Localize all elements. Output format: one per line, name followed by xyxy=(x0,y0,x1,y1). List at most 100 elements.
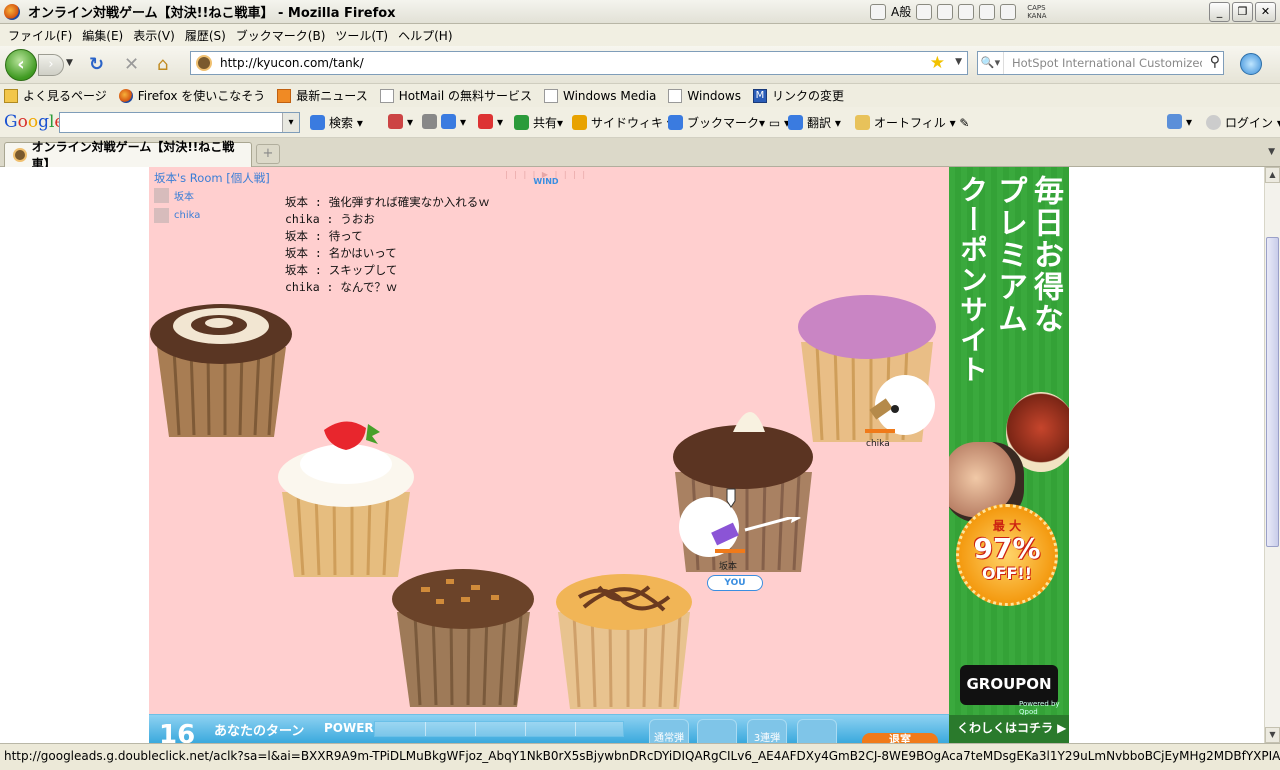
tab-list-icon[interactable]: ▼ xyxy=(1268,147,1275,157)
weapon-triple-button[interactable]: 3連弾 xyxy=(747,719,787,743)
bookmark-item[interactable]: 最新ニュース xyxy=(277,87,368,104)
share-button[interactable]: 共有 ▾ xyxy=(514,114,563,131)
autofill-icon xyxy=(855,115,870,130)
window-title: オンライン対戦ゲーム【対決!!ねこ戦車】 - Mozilla Firefox xyxy=(28,6,396,21)
bookmark-label: Windows xyxy=(687,88,741,103)
tab-active[interactable]: オンライン対戦ゲーム【対決!!ねこ戦車】 xyxy=(4,140,252,171)
back-button[interactable]: ‹ xyxy=(5,49,37,81)
minimize-button[interactable]: _ xyxy=(1209,2,1230,22)
popup-icon xyxy=(388,114,403,129)
forward-button[interactable]: › xyxy=(38,54,64,76)
site-favicon xyxy=(196,55,212,71)
google-logo[interactable]: Google xyxy=(4,112,64,132)
vertical-scrollbar[interactable]: ▲ ▼ xyxy=(1264,167,1280,743)
exit-room-button[interactable]: 退室 xyxy=(862,733,938,743)
new-tab-button[interactable]: + xyxy=(256,144,280,164)
bookmark-item[interactable]: Windows xyxy=(668,88,741,103)
bookmark-item[interactable]: M リンクの変更 xyxy=(752,87,844,104)
ad-discount-badge: 最 大 97% OFF!! xyxy=(956,504,1058,606)
ime-mode[interactable]: A般 xyxy=(891,3,911,20)
gmail-icon xyxy=(478,114,493,129)
dictionary-icon[interactable] xyxy=(916,3,933,20)
turn-status: あなたのターン xyxy=(214,724,305,739)
reload-icon[interactable]: ↻ xyxy=(89,56,104,74)
power-label: POWER xyxy=(324,721,374,735)
popup-blocker-button[interactable]: ▾ xyxy=(388,114,413,129)
search-engine-icon[interactable]: 🔍▾ xyxy=(978,52,1004,74)
window-controls: _ ❐ ✕ xyxy=(1209,2,1276,22)
address-bar[interactable]: http://kyucon.com/tank/ ★ ▼ xyxy=(190,51,968,75)
rss-icon xyxy=(277,88,292,103)
help-icon[interactable] xyxy=(1000,3,1017,20)
firefox-icon xyxy=(118,88,133,103)
bookmark-button[interactable]: ブックマーク ▾ ▭ ▾ xyxy=(668,114,790,131)
autofill-button[interactable]: オートフィル ▾ ✎ xyxy=(855,114,969,131)
game-area[interactable]: 坂本's Room [個人戦] 坂本 chika | | | | ▶ | | |… xyxy=(149,167,949,743)
tab-favicon xyxy=(13,148,27,162)
close-button[interactable]: ✕ xyxy=(1255,2,1276,22)
sidewiki-button[interactable]: サイドウィキ ▾ xyxy=(572,114,673,131)
login-button[interactable]: ログイン ▾ xyxy=(1206,114,1280,131)
search-input[interactable]: HotSpot International Customized We xyxy=(1012,56,1202,70)
scroll-thumb[interactable] xyxy=(1266,237,1279,547)
bookmark-item[interactable]: HotMail の無料サービス xyxy=(379,87,532,104)
ad-powered-by: Powered by Qpod xyxy=(1019,700,1060,716)
url-text[interactable]: http://kyucon.com/tank/ xyxy=(220,56,364,70)
google-search-button[interactable]: 検索 ▾ xyxy=(310,114,363,131)
menu-view[interactable]: 表示(V) xyxy=(131,27,183,44)
search-bar[interactable]: 🔍▾ HotSpot International Customized We ⚲ xyxy=(977,51,1224,75)
weapon-slot-2[interactable] xyxy=(697,719,737,743)
menu-bar: ファイル(F) 編集(E) 表示(V) 履歴(S) ブックマーク(B) ツール(… xyxy=(0,24,1280,46)
enemy-tank xyxy=(865,398,899,433)
msn-icon: M xyxy=(752,88,767,103)
game-hud: 16 あなたのターン POWER 通常弾 3連弾 退室 xyxy=(149,714,949,743)
bookmark-item[interactable]: よく見るページ xyxy=(4,87,107,104)
google-icon xyxy=(310,115,325,130)
menu-help[interactable]: ヘルプ(H) xyxy=(396,27,460,44)
menu-edit[interactable]: 編集(E) xyxy=(80,27,131,44)
search-go-icon[interactable]: ⚲ xyxy=(1210,54,1220,70)
bookmark-star-icon[interactable]: ★ xyxy=(930,53,945,73)
stop-icon[interactable]: ✕ xyxy=(124,56,139,74)
ad-cta-button[interactable]: くわしくはコチラ ▶ xyxy=(949,715,1069,743)
bookmark-item[interactable]: Firefox を使いこなそう xyxy=(118,87,265,104)
bookmark-item[interactable]: Windows Media xyxy=(543,88,656,103)
sidewiki-label: サイドウィキ xyxy=(591,116,664,130)
menu-file[interactable]: ファイル(F) xyxy=(6,27,80,44)
menu-tools[interactable]: ツール(T) xyxy=(333,27,396,44)
translate-label: 翻訳 xyxy=(807,116,832,130)
wrench-button[interactable]: ▾ xyxy=(1167,114,1192,129)
power-meter[interactable] xyxy=(374,721,624,737)
page-icon xyxy=(379,88,394,103)
page-icon xyxy=(668,88,683,103)
menu-history[interactable]: 履歴(S) xyxy=(183,27,234,44)
translate-button[interactable]: 翻訳 ▾ xyxy=(788,114,841,131)
extension-icon[interactable] xyxy=(1240,53,1262,75)
settings-icon[interactable] xyxy=(979,3,996,20)
menu-bookmarks[interactable]: ブックマーク(B) xyxy=(234,27,334,44)
weapon-slot-4[interactable] xyxy=(797,719,837,743)
maximize-button[interactable]: ❐ xyxy=(1232,2,1253,22)
weapon-normal-button[interactable]: 通常弾 xyxy=(649,719,689,743)
cupcake-chocolate-nuts xyxy=(392,569,534,707)
google-search-input[interactable] xyxy=(59,112,300,133)
groupon-ad[interactable]: 毎日お得な プレミアム クーポンサイト 最 大 97% OFF!! GROUPO… xyxy=(949,167,1069,743)
google-search-label: 検索 xyxy=(329,116,354,130)
user-icon xyxy=(1206,115,1221,130)
notebook-icon[interactable] xyxy=(937,3,954,20)
url-dropdown-icon[interactable]: ▼ xyxy=(955,57,962,67)
scroll-down-icon[interactable]: ▼ xyxy=(1265,727,1280,743)
badge-off: OFF!! xyxy=(981,564,1033,583)
badge-percent: 97% xyxy=(973,532,1041,565)
scroll-up-icon[interactable]: ▲ xyxy=(1265,167,1280,183)
google-tools-button[interactable]: ▾ xyxy=(422,114,466,129)
history-dropdown-icon[interactable]: ▼ xyxy=(66,58,73,68)
pen-icon[interactable] xyxy=(958,3,975,20)
home-icon[interactable]: ⌂ xyxy=(157,56,168,74)
caps-label: CAPS xyxy=(1027,3,1046,12)
gmail-button[interactable]: ▾ xyxy=(478,114,503,129)
ad-headline-1: 毎日お得な xyxy=(1028,175,1063,335)
chat-line: 坂本 : スキップして xyxy=(285,263,398,278)
cupcake-strawberry xyxy=(278,421,414,577)
ime-icon[interactable] xyxy=(870,3,886,20)
